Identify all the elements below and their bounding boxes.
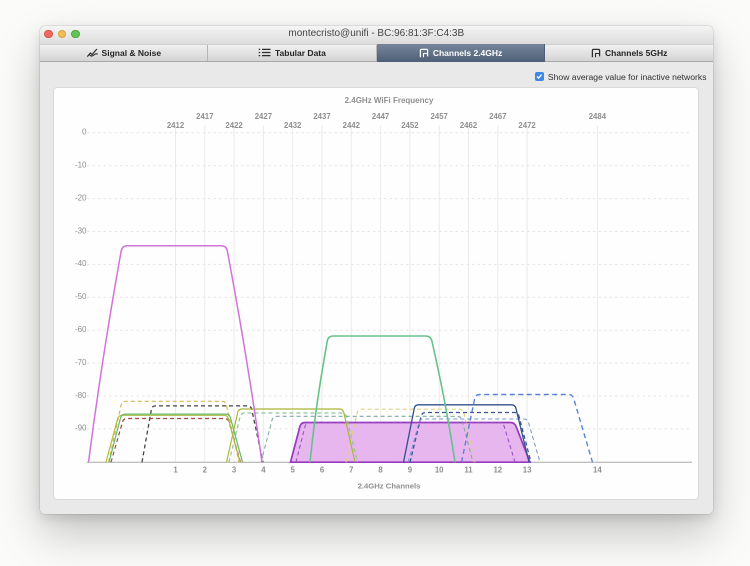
svg-text:2462: 2462 xyxy=(460,121,478,130)
svg-text:7: 7 xyxy=(349,465,353,474)
svg-text:-50: -50 xyxy=(75,292,87,301)
svg-text:9: 9 xyxy=(408,465,413,474)
svg-text:-10: -10 xyxy=(75,160,87,169)
svg-text:2447: 2447 xyxy=(372,111,389,120)
svg-text:2437: 2437 xyxy=(313,111,330,120)
svg-text:-40: -40 xyxy=(75,259,87,268)
svg-text:10: 10 xyxy=(435,465,444,474)
svg-text:11: 11 xyxy=(464,465,473,474)
svg-text:0: 0 xyxy=(82,127,87,136)
svg-text:2442: 2442 xyxy=(343,121,361,130)
svg-text:14: 14 xyxy=(593,465,602,474)
svg-text:2432: 2432 xyxy=(284,121,302,130)
svg-text:8: 8 xyxy=(378,465,383,474)
svg-text:4: 4 xyxy=(261,465,266,474)
svg-text:2484: 2484 xyxy=(589,111,607,120)
svg-text:6: 6 xyxy=(320,465,325,474)
svg-text:2.4GHz Channels: 2.4GHz Channels xyxy=(358,481,421,490)
svg-text:13: 13 xyxy=(523,465,532,474)
svg-text:5: 5 xyxy=(291,465,296,474)
svg-text:2422: 2422 xyxy=(225,121,243,130)
svg-text:2467: 2467 xyxy=(489,111,506,120)
svg-text:-20: -20 xyxy=(75,193,87,202)
svg-text:-90: -90 xyxy=(75,423,87,432)
svg-text:2412: 2412 xyxy=(167,121,185,130)
svg-text:-70: -70 xyxy=(75,357,87,366)
svg-text:-80: -80 xyxy=(75,390,87,399)
svg-text:12: 12 xyxy=(493,465,502,474)
svg-text:2472: 2472 xyxy=(518,121,536,130)
svg-text:3: 3 xyxy=(232,465,237,474)
svg-text:2.4GHz WiFi Frequency: 2.4GHz WiFi Frequency xyxy=(345,96,434,105)
svg-text:-60: -60 xyxy=(75,325,87,334)
svg-text:2427: 2427 xyxy=(255,111,272,120)
svg-text:1: 1 xyxy=(173,465,178,474)
svg-text:2417: 2417 xyxy=(196,111,213,120)
svg-text:-30: -30 xyxy=(75,226,87,235)
svg-text:2: 2 xyxy=(203,465,208,474)
svg-text:2452: 2452 xyxy=(401,121,419,130)
svg-text:2457: 2457 xyxy=(431,111,448,120)
